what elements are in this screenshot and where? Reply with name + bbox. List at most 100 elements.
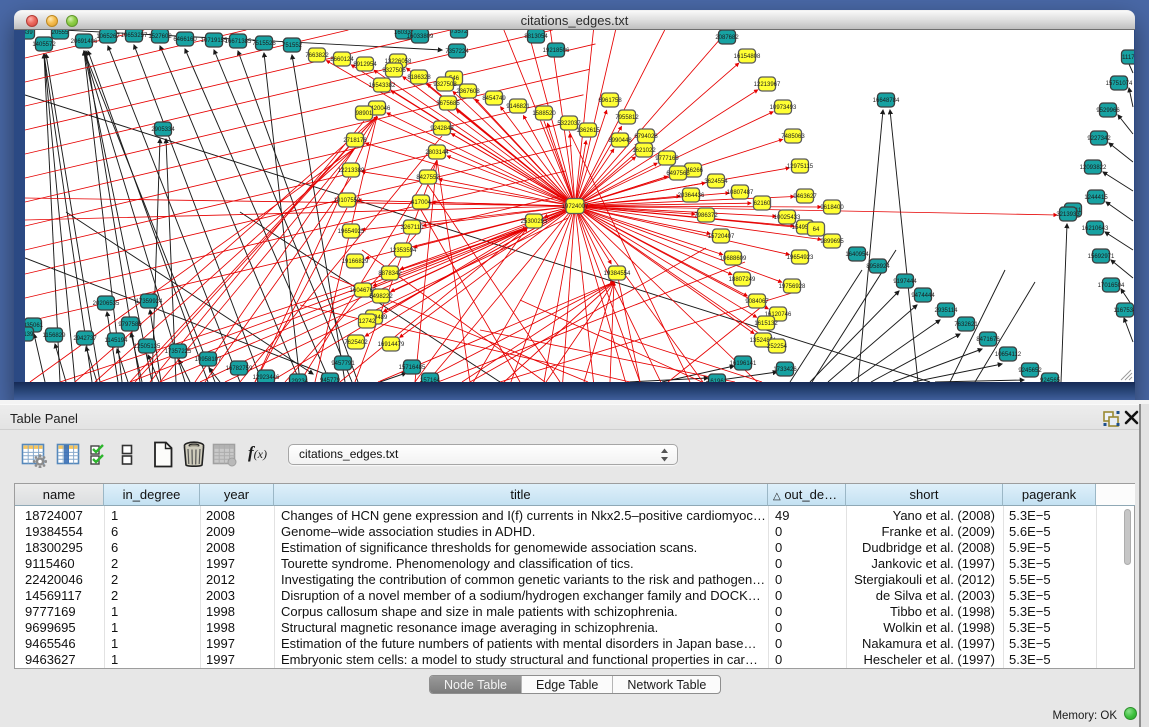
svg-text:10688609: 10688609 <box>720 256 747 262</box>
svg-text:17357225: 17357225 <box>165 349 192 355</box>
svg-text:1621022: 1621022 <box>632 148 656 154</box>
svg-text:16196141: 16196141 <box>730 361 757 367</box>
svg-text:17359924: 17359924 <box>136 299 163 305</box>
svg-text:39139: 39139 <box>25 332 34 338</box>
svg-text:161961: 161961 <box>707 379 728 382</box>
svg-text:10807487: 10807487 <box>727 190 754 196</box>
svg-text:8990448: 8990448 <box>608 138 632 144</box>
svg-text:8878342: 8878342 <box>378 271 402 277</box>
svg-text:9242848: 9242848 <box>430 126 454 132</box>
svg-text:9529966: 9529966 <box>1096 108 1120 114</box>
svg-text:10653257: 10653257 <box>121 33 148 39</box>
svg-text:19384554: 19384554 <box>604 271 631 277</box>
svg-text:62160: 62160 <box>754 201 771 207</box>
svg-text:924565: 924565 <box>1040 378 1061 382</box>
svg-text:16154808: 16154808 <box>734 54 761 60</box>
svg-text:7986372: 7986372 <box>694 213 718 219</box>
svg-text:9899695: 9899695 <box>820 239 844 245</box>
svg-text:1065267: 1065267 <box>96 34 120 40</box>
svg-text:11174: 11174 <box>1122 55 1134 61</box>
svg-text:15692971: 15692971 <box>1088 254 1115 260</box>
svg-text:2803144: 2803144 <box>425 150 449 156</box>
svg-text:8454749: 8454749 <box>482 96 506 102</box>
svg-text:10958107: 10958107 <box>195 357 222 363</box>
svg-text:16671385: 16671385 <box>225 39 252 45</box>
svg-text:2367608: 2367608 <box>456 89 480 95</box>
svg-text:98901: 98901 <box>356 111 373 117</box>
svg-text:10973493: 10973493 <box>770 105 797 111</box>
svg-text:7632621: 7632621 <box>954 322 978 328</box>
svg-text:12353594: 12353594 <box>390 248 417 254</box>
svg-text:12923446: 12923446 <box>253 375 280 381</box>
svg-text:15751074: 15751074 <box>1106 81 1133 87</box>
svg-text:25300293: 25300293 <box>521 219 548 225</box>
svg-text:8427552: 8427552 <box>416 175 440 181</box>
svg-text:8186328: 8186328 <box>407 75 431 81</box>
svg-text:1145194: 1145194 <box>105 338 129 344</box>
svg-text:19756928: 19756928 <box>779 284 806 290</box>
svg-text:64: 64 <box>813 227 820 233</box>
svg-text:8339: 8339 <box>25 30 33 36</box>
svg-text:15716485: 15716485 <box>399 365 426 371</box>
svg-text:15720407: 15720407 <box>708 234 735 240</box>
svg-text:1615132: 1615132 <box>754 321 778 327</box>
svg-text:9146821: 9146821 <box>506 104 530 110</box>
svg-text:3675685: 3675685 <box>436 101 460 107</box>
svg-text:1362615: 1362615 <box>576 128 600 134</box>
svg-text:16782759: 16782759 <box>226 366 253 372</box>
svg-text:10654112: 10654112 <box>995 352 1022 358</box>
svg-text:9327506: 9327506 <box>382 68 406 74</box>
svg-text:7357224: 7357224 <box>445 49 469 55</box>
svg-text:19654925: 19654925 <box>338 229 365 235</box>
svg-text:9327508: 9327508 <box>433 82 457 88</box>
svg-text:1156829: 1156829 <box>43 333 67 339</box>
svg-text:19218506: 19218506 <box>543 48 570 54</box>
svg-text:2718176: 2718176 <box>343 138 367 144</box>
svg-text:19654923: 19654923 <box>787 255 814 261</box>
svg-text:8660124: 8660124 <box>330 57 354 63</box>
svg-text:20364436: 20364436 <box>678 193 705 199</box>
svg-text:7515526: 7515526 <box>252 41 276 47</box>
svg-text:8912954: 8912954 <box>353 62 377 68</box>
svg-text:6466160: 6466160 <box>173 37 197 43</box>
svg-text:10107552: 10107552 <box>334 198 361 204</box>
svg-text:8958924: 8958924 <box>866 264 890 270</box>
svg-text:9463627: 9463627 <box>793 194 817 200</box>
svg-text:12975115: 12975115 <box>787 164 814 170</box>
svg-text:129234: 129234 <box>288 379 309 382</box>
svg-text:16648784: 16648784 <box>873 98 900 104</box>
svg-text:1640954: 1640954 <box>845 252 869 258</box>
svg-text:16914479: 16914479 <box>378 342 405 348</box>
svg-text:7625402: 7625402 <box>344 340 368 346</box>
svg-text:1405572: 1405572 <box>32 42 56 48</box>
svg-text:7955812: 7955812 <box>615 115 639 121</box>
svg-text:16543382: 16543382 <box>369 83 396 89</box>
svg-text:945779: 945779 <box>320 378 341 382</box>
svg-text:9084067: 9084067 <box>745 299 769 305</box>
svg-text:1588520: 1588520 <box>532 111 556 117</box>
svg-text:3624554: 3624554 <box>704 179 728 185</box>
svg-text:1167534: 1167534 <box>1114 308 1134 314</box>
svg-text:8471676: 8471676 <box>976 337 1000 343</box>
svg-text:9777169: 9777169 <box>655 156 679 162</box>
svg-text:19166829: 19166829 <box>342 259 369 265</box>
svg-text:12093822: 12093822 <box>1080 165 1107 171</box>
svg-text:9618400: 9618400 <box>820 205 844 211</box>
svg-text:12742: 12742 <box>359 319 376 325</box>
svg-text:16210643: 16210643 <box>1082 226 1109 232</box>
svg-text:2942737: 2942737 <box>73 336 97 342</box>
svg-text:9197444: 9197444 <box>893 279 917 285</box>
svg-text:20555: 20555 <box>52 30 69 36</box>
svg-text:19724007: 19724007 <box>562 204 589 210</box>
svg-text:12505135: 12505135 <box>134 344 161 350</box>
svg-text:751552: 751552 <box>282 43 303 49</box>
svg-text:20691406: 20691406 <box>71 39 98 45</box>
svg-text:2935114: 2935114 <box>935 308 959 314</box>
svg-text:6961758: 6961758 <box>598 98 622 104</box>
svg-text:20206535: 20206535 <box>93 301 120 307</box>
svg-text:7663822: 7663822 <box>305 53 329 59</box>
svg-text:9474444: 9474444 <box>911 293 935 299</box>
svg-text:5498222: 5498222 <box>369 294 393 300</box>
svg-text:252254: 252254 <box>767 344 788 350</box>
svg-text:157164: 157164 <box>420 378 441 382</box>
